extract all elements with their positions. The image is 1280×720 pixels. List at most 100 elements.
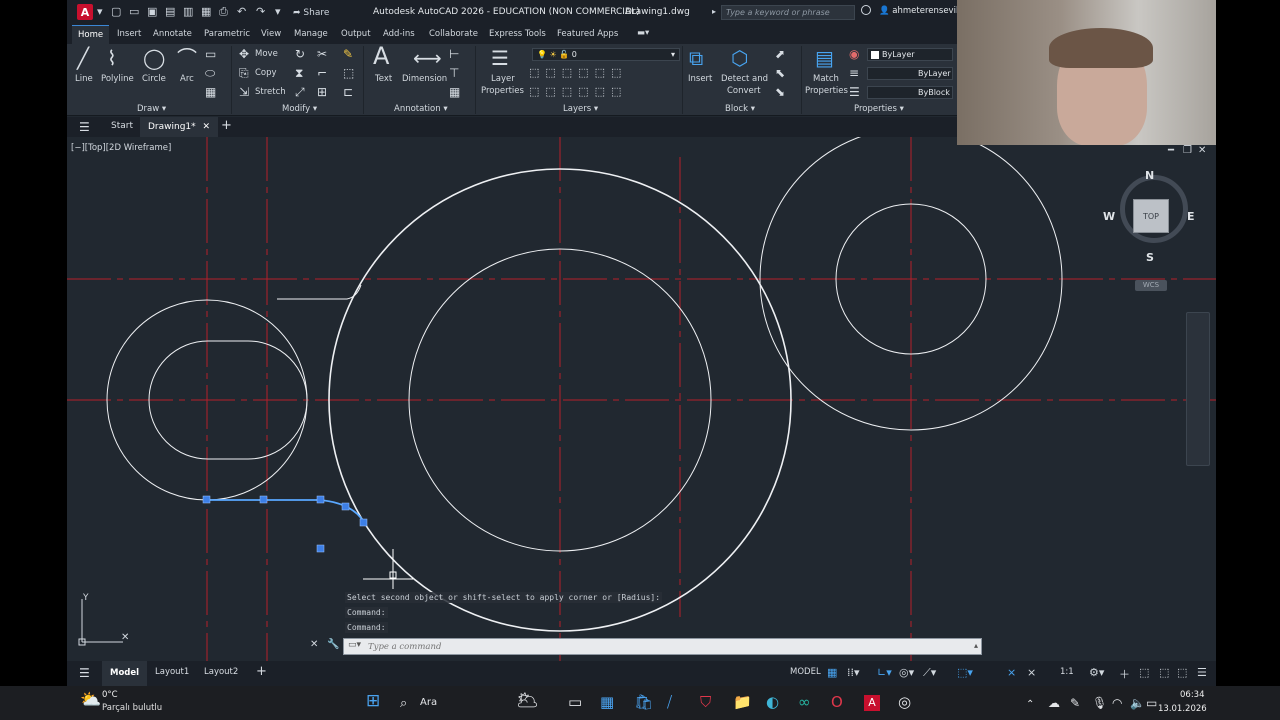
new-file-icon[interactable]: ▢ [111, 6, 121, 18]
isolate-objects-icon[interactable]: ⬚ [1139, 666, 1149, 679]
tab-view[interactable]: View [261, 29, 281, 39]
tab-manage[interactable]: Manage [294, 29, 328, 39]
hardware-acceleration-icon[interactable]: ⬚ [1159, 666, 1169, 679]
block-panel-label[interactable]: Block ▾ [725, 104, 755, 114]
grid-icon[interactable]: ▦ [827, 666, 837, 679]
undo-icon[interactable]: ↶ [237, 6, 246, 18]
model-space-button[interactable]: MODEL [790, 667, 821, 677]
match-properties-label-2[interactable]: Properties [805, 86, 848, 96]
close-tab-icon[interactable]: ✕ [203, 122, 211, 132]
save-icon[interactable]: ▣ [147, 6, 157, 18]
insert-block-icon[interactable]: ⧉ [689, 48, 703, 68]
layer-properties-label-2[interactable]: Properties [481, 86, 524, 96]
close-command-icon[interactable]: ✕ [310, 639, 318, 650]
edit-block-icon[interactable]: ⬉ [775, 67, 785, 79]
web-save-icon[interactable]: ▦ [201, 6, 211, 18]
file-explorer-icon[interactable]: 📁 [733, 695, 752, 710]
hatch-icon[interactable]: ⬭ [205, 67, 215, 79]
command-line[interactable]: ▭▾ ▴ [343, 638, 982, 655]
weather-status[interactable]: Parçalı bulutlu [102, 703, 162, 713]
leader-icon[interactable]: ⊢ [449, 48, 459, 60]
battery-icon[interactable]: ▭ [1146, 696, 1157, 711]
tab-featured-apps[interactable]: Featured Apps [557, 29, 618, 39]
layer-tools-row-2-icon[interactable]: ⬚⬚⬚⬚⬚⬚ [529, 86, 627, 98]
layer-tools-row-1-icon[interactable]: ⬚⬚⬚⬚⬚⬚ [529, 67, 627, 79]
modify-panel-label[interactable]: Modify ▾ [282, 104, 317, 114]
offset-icon[interactable]: ⊏ [343, 86, 353, 98]
plot-icon[interactable]: ⎙ [219, 6, 228, 18]
weather-temperature[interactable]: 0°C [102, 690, 118, 700]
command-input[interactable] [368, 641, 968, 652]
pen-icon[interactable]: ✎ [1070, 696, 1080, 711]
customize-arrow-icon[interactable]: ▾ [275, 6, 281, 18]
annotation-table-icon[interactable]: ▦ [449, 86, 460, 98]
tab-output[interactable]: Output [341, 29, 371, 39]
tab-insert[interactable]: Insert [117, 29, 141, 39]
annotation-panel-label[interactable]: Annotation ▾ [394, 104, 448, 114]
detect-convert-label-1[interactable]: Detect and [721, 74, 768, 84]
circle-icon[interactable]: ◯ [143, 48, 165, 68]
workspace-gear-icon[interactable]: ⚙▾ [1089, 666, 1104, 679]
line-button[interactable]: Line [75, 74, 93, 84]
rectangle-icon[interactable]: ▭ [205, 48, 216, 60]
polyline-icon[interactable]: ⌇ [107, 48, 117, 68]
customize-status-icon[interactable]: ☰ [1197, 666, 1207, 679]
task-view-icon[interactable]: ▭ [568, 695, 582, 710]
drawing-canvas[interactable]: Y ✕ [67, 137, 1216, 661]
redo-icon[interactable]: ↷ [256, 6, 265, 18]
annotation-scale[interactable]: 1:1 [1060, 667, 1074, 677]
autocad-taskbar-icon[interactable]: A [864, 695, 880, 711]
new-tab-plus-icon[interactable]: + [221, 118, 232, 133]
compass-west[interactable]: W [1103, 210, 1115, 223]
lineweight-dropdown[interactable]: ByBlock [867, 86, 953, 99]
object-snap-icon[interactable]: ⬚▾ [957, 666, 973, 679]
viewport-minimize-icon[interactable]: ━ [1168, 145, 1174, 156]
clean-screen-icon[interactable]: ⬚ [1177, 666, 1187, 679]
dimension-button[interactable]: Dimension [402, 74, 447, 84]
autocad-logo-icon[interactable]: A [77, 4, 93, 20]
user-account[interactable]: 👤 ahmeterensevik [879, 6, 961, 16]
erase-icon[interactable]: ✎ [343, 48, 353, 60]
line-icon[interactable]: ╱ [77, 48, 89, 68]
search-icon[interactable] [861, 5, 871, 15]
viewcube-top-face[interactable]: TOP [1133, 199, 1169, 233]
ribbon-toggle-icon[interactable]: ▬▾ [637, 28, 649, 38]
customize-command-icon[interactable]: 🔧 [327, 639, 339, 650]
compass-north[interactable]: N [1145, 169, 1154, 182]
tab-layout1[interactable]: Layout1 [155, 667, 189, 677]
arc-button[interactable]: Arc [180, 74, 194, 84]
copy-button[interactable]: Copy [255, 68, 277, 78]
ortho-icon[interactable]: ∟▾ [877, 666, 892, 679]
hamburger-menu-icon[interactable]: ☰ [79, 120, 90, 134]
array-icon[interactable]: ⊞ [317, 86, 327, 98]
menu-arrow-icon[interactable]: ▾ [97, 6, 103, 18]
share-button[interactable]: ➦ Share [293, 7, 329, 19]
move-icon[interactable]: ✥ [239, 48, 249, 60]
match-properties-label-1[interactable]: Match [813, 74, 839, 84]
compass-east[interactable]: E [1187, 210, 1195, 223]
text-icon[interactable]: A [373, 44, 389, 68]
widgets-icon[interactable]: 🌥 [516, 692, 539, 710]
circle-button[interactable]: Circle [142, 74, 166, 84]
explode-icon[interactable]: ⬚ [343, 67, 354, 79]
wcs-menu[interactable]: WCS [1135, 280, 1167, 291]
isodraft-icon[interactable]: ⟋▾ [923, 666, 936, 680]
layers-panel-label[interactable]: Layers ▾ [563, 104, 598, 114]
polar-icon[interactable]: ◎▾ [899, 666, 914, 679]
wifi-icon[interactable]: ◠ [1112, 696, 1122, 711]
detect-convert-label-2[interactable]: Convert [727, 86, 761, 96]
tab-add-ins[interactable]: Add-ins [383, 29, 415, 39]
tab-model[interactable]: Model [102, 661, 148, 686]
move-button[interactable]: Move [255, 49, 278, 59]
cloud-icon[interactable]: ☁ [1048, 696, 1060, 711]
copy-icon[interactable]: ⎘ [239, 67, 249, 79]
add-layout-plus-icon[interactable]: + [256, 664, 267, 679]
microphone-icon[interactable]: 🎙 [1092, 696, 1107, 711]
chevron-up-icon[interactable]: ▴ [974, 641, 978, 650]
tab-express-tools[interactable]: Express Tools [489, 29, 546, 39]
tab-layout2[interactable]: Layout2 [204, 667, 238, 677]
viewport-restore-icon[interactable]: ❐ [1183, 145, 1192, 156]
shield-icon[interactable]: ⛉ [700, 695, 711, 710]
edge-browser-icon[interactable]: ◐ [766, 695, 779, 710]
dimension-icon[interactable]: ⟷ [413, 48, 442, 68]
